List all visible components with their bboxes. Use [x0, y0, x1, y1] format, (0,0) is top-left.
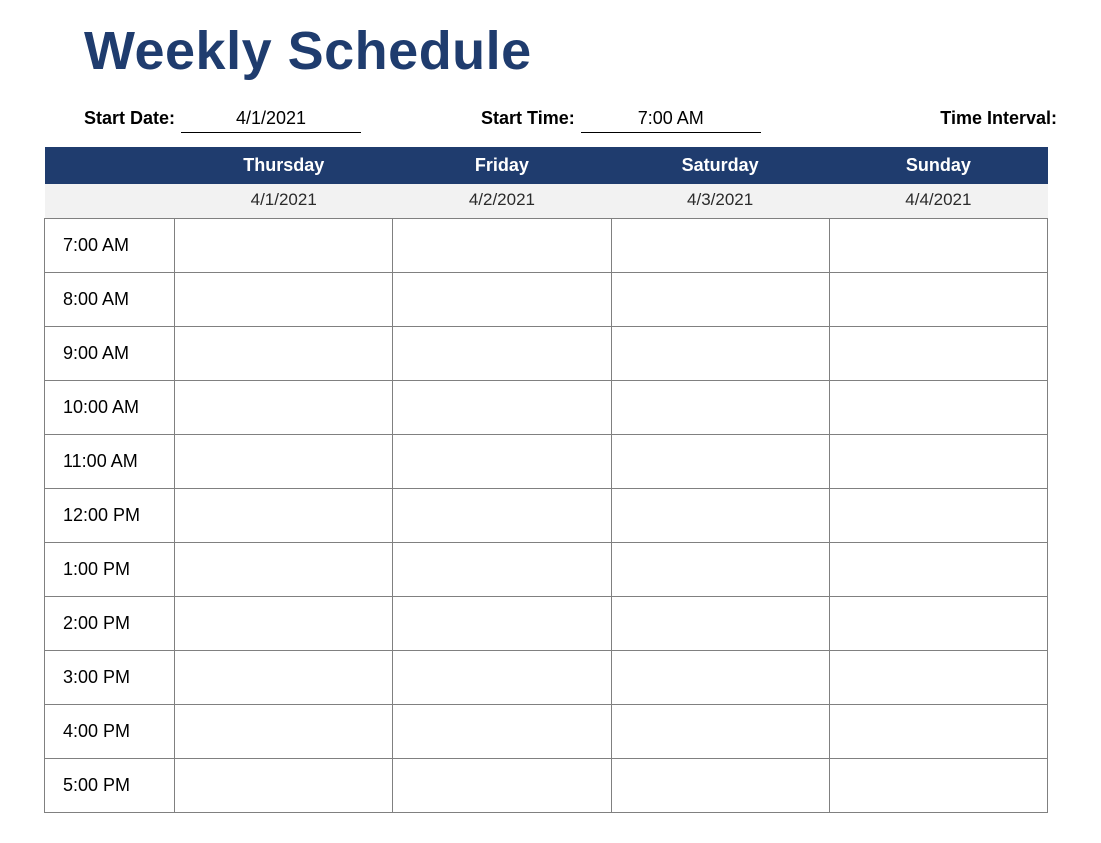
day-header-row: Thursday Friday Saturday Sunday — [45, 147, 1048, 184]
day-header: Friday — [393, 147, 611, 184]
day-header-blank — [45, 147, 175, 184]
schedule-cell[interactable] — [175, 650, 393, 704]
schedule-row: 2:00 PM — [45, 596, 1048, 650]
time-label: 2:00 PM — [45, 596, 175, 650]
schedule-cell[interactable] — [393, 434, 611, 488]
schedule-cell[interactable] — [611, 218, 829, 272]
time-label: 7:00 AM — [45, 218, 175, 272]
time-label: 11:00 AM — [45, 434, 175, 488]
schedule-row: 1:00 PM — [45, 542, 1048, 596]
schedule-cell[interactable] — [175, 272, 393, 326]
schedule-cell[interactable] — [393, 596, 611, 650]
schedule-cell[interactable] — [829, 704, 1047, 758]
start-date-label: Start Date: — [84, 108, 181, 129]
schedule-cell[interactable] — [611, 704, 829, 758]
start-date-field: Start Date: 4/1/2021 — [84, 108, 361, 133]
time-label: 10:00 AM — [45, 380, 175, 434]
schedule-cell[interactable] — [829, 596, 1047, 650]
schedule-row: 7:00 AM — [45, 218, 1048, 272]
schedule-cell[interactable] — [393, 704, 611, 758]
schedule-cell[interactable] — [829, 542, 1047, 596]
schedule-cell[interactable] — [393, 488, 611, 542]
schedule-cell[interactable] — [393, 272, 611, 326]
start-time-value[interactable]: 7:00 AM — [581, 108, 761, 133]
time-label: 8:00 AM — [45, 272, 175, 326]
schedule-row: 4:00 PM — [45, 704, 1048, 758]
date-header: 4/3/2021 — [611, 184, 829, 219]
schedule-cell[interactable] — [611, 542, 829, 596]
date-header: 4/2/2021 — [393, 184, 611, 219]
date-header: 4/4/2021 — [829, 184, 1047, 219]
time-label: 3:00 PM — [45, 650, 175, 704]
schedule-cell[interactable] — [175, 434, 393, 488]
schedule-cell[interactable] — [175, 704, 393, 758]
schedule-cell[interactable] — [611, 272, 829, 326]
schedule-cell[interactable] — [393, 650, 611, 704]
schedule-body: 7:00 AM 8:00 AM 9:00 AM 10 — [45, 218, 1048, 812]
date-header-row: 4/1/2021 4/2/2021 4/3/2021 4/4/2021 — [45, 184, 1048, 219]
schedule-cell[interactable] — [829, 326, 1047, 380]
schedule-cell[interactable] — [175, 488, 393, 542]
time-label: 1:00 PM — [45, 542, 175, 596]
time-interval-label: Time Interval: — [940, 108, 1057, 129]
schedule-cell[interactable] — [175, 380, 393, 434]
schedule-cell[interactable] — [393, 326, 611, 380]
day-header: Saturday — [611, 147, 829, 184]
schedule-cell[interactable] — [829, 758, 1047, 812]
schedule-cell[interactable] — [611, 488, 829, 542]
page-title: Weekly Schedule — [84, 20, 1057, 82]
start-time-field: Start Time: 7:00 AM — [481, 108, 761, 133]
day-header: Thursday — [175, 147, 393, 184]
time-label: 12:00 PM — [45, 488, 175, 542]
schedule-cell[interactable] — [829, 650, 1047, 704]
schedule-cell[interactable] — [829, 218, 1047, 272]
time-label: 5:00 PM — [45, 758, 175, 812]
schedule-cell[interactable] — [829, 434, 1047, 488]
schedule-row: 8:00 AM — [45, 272, 1048, 326]
schedule-cell[interactable] — [175, 542, 393, 596]
day-header: Sunday — [829, 147, 1047, 184]
schedule-row: 12:00 PM — [45, 488, 1048, 542]
date-header: 4/1/2021 — [175, 184, 393, 219]
schedule-cell[interactable] — [611, 758, 829, 812]
schedule-row: 5:00 PM — [45, 758, 1048, 812]
schedule-cell[interactable] — [175, 596, 393, 650]
schedule-cell[interactable] — [829, 380, 1047, 434]
schedule-cell[interactable] — [611, 326, 829, 380]
schedule-cell[interactable] — [393, 758, 611, 812]
schedule-row: 3:00 PM — [45, 650, 1048, 704]
date-header-blank — [45, 184, 175, 219]
start-date-value[interactable]: 4/1/2021 — [181, 108, 361, 133]
schedule-cell[interactable] — [393, 542, 611, 596]
schedule-cell[interactable] — [829, 488, 1047, 542]
time-label: 4:00 PM — [45, 704, 175, 758]
schedule-row: 9:00 AM — [45, 326, 1048, 380]
weekly-schedule-table: Thursday Friday Saturday Sunday 4/1/2021… — [44, 147, 1048, 813]
time-label: 9:00 AM — [45, 326, 175, 380]
schedule-row: 10:00 AM — [45, 380, 1048, 434]
schedule-cell[interactable] — [175, 758, 393, 812]
schedule-cell[interactable] — [175, 326, 393, 380]
start-time-label: Start Time: — [481, 108, 581, 129]
schedule-cell[interactable] — [829, 272, 1047, 326]
schedule-cell[interactable] — [393, 380, 611, 434]
schedule-cell[interactable] — [611, 596, 829, 650]
schedule-cell[interactable] — [393, 218, 611, 272]
schedule-cell[interactable] — [175, 218, 393, 272]
schedule-meta-row: Start Date: 4/1/2021 Start Time: 7:00 AM… — [84, 108, 1057, 133]
schedule-cell[interactable] — [611, 380, 829, 434]
schedule-row: 11:00 AM — [45, 434, 1048, 488]
schedule-cell[interactable] — [611, 434, 829, 488]
schedule-cell[interactable] — [611, 650, 829, 704]
